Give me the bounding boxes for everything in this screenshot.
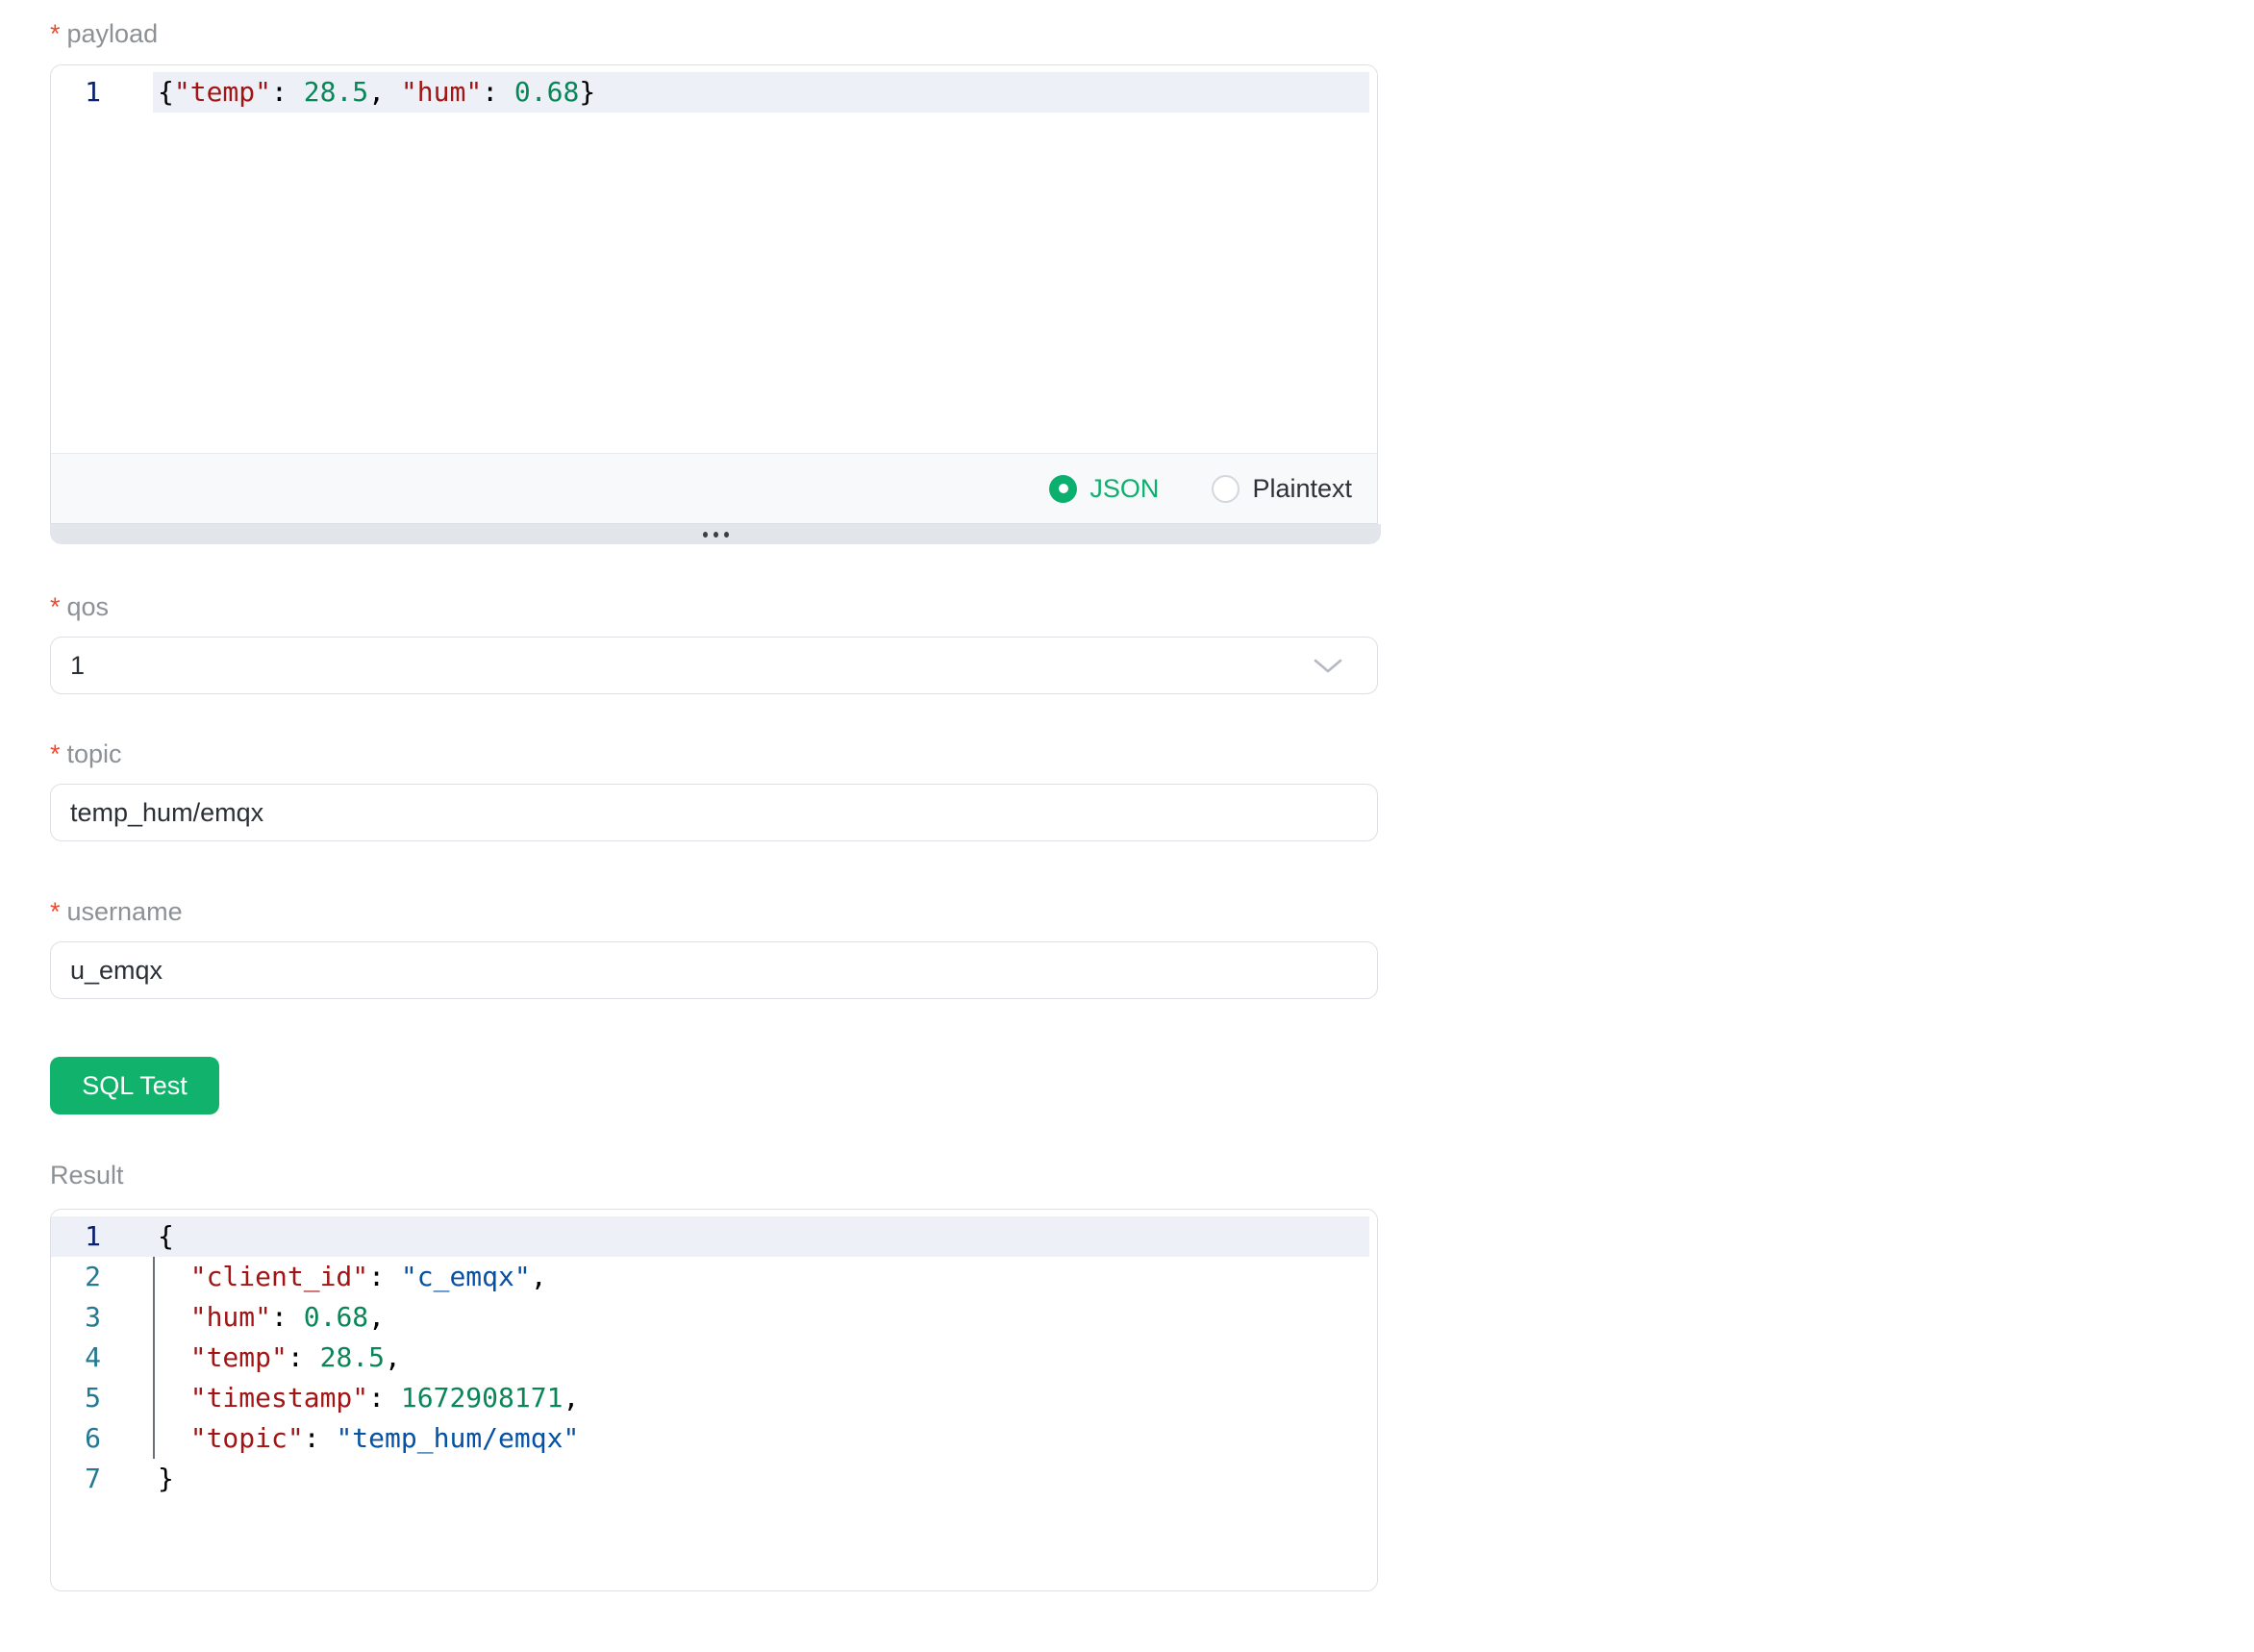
format-radio-json-label: JSON — [1089, 474, 1159, 504]
line-number: 4 — [51, 1338, 153, 1378]
topic-label-text: topic — [67, 738, 122, 770]
line-number: 2 — [51, 1257, 153, 1297]
editor-resize-handle[interactable] — [50, 524, 1381, 544]
code-line-content: } — [153, 1459, 1377, 1499]
line-number: 1 — [51, 72, 153, 113]
payload-label-text: payload — [67, 17, 159, 50]
sql-test-page: * payload 1{"temp": 28.5, "hum": 0.68} J… — [0, 0, 2254, 1652]
username-label: * username — [50, 895, 1378, 928]
format-radio-json[interactable]: JSON — [1049, 474, 1159, 504]
payload-code-editor[interactable]: 1{"temp": 28.5, "hum": 0.68} — [51, 65, 1377, 453]
sql-test-button[interactable]: SQL Test — [50, 1057, 219, 1114]
radio-selected-icon — [1049, 475, 1077, 503]
required-asterisk: * — [50, 895, 61, 928]
result-code-editor[interactable]: 1{2 "client_id": "c_emqx",3 "hum": 0.68,… — [51, 1210, 1377, 1590]
payload-label: * payload — [50, 17, 1378, 50]
line-number: 1 — [51, 1216, 153, 1257]
format-radio-plaintext-label: Plaintext — [1252, 474, 1352, 504]
payload-format-bar: JSON Plaintext — [51, 453, 1377, 523]
resize-dots-icon — [714, 532, 718, 538]
code-line-4: 4 "temp": 28.5, — [51, 1338, 1377, 1378]
result-label: Result — [50, 1159, 1378, 1191]
code-line-content: { — [153, 1216, 1369, 1257]
result-label-text: Result — [50, 1159, 124, 1191]
radio-unselected-icon — [1212, 475, 1240, 503]
chevron-down-icon — [1314, 658, 1342, 674]
code-line-5: 5 "timestamp": 1672908171, — [51, 1378, 1377, 1418]
code-line-6: 6 "topic": "temp_hum/emqx" — [51, 1418, 1377, 1459]
qos-label: * qos — [50, 590, 1378, 623]
topic-input[interactable] — [50, 784, 1378, 841]
qos-select-value: 1 — [70, 651, 85, 681]
code-line-2: 2 "client_id": "c_emqx", — [51, 1257, 1377, 1297]
code-line-content: "timestamp": 1672908171, — [153, 1378, 1377, 1418]
line-number: 7 — [51, 1459, 153, 1499]
qos-label-text: qos — [67, 590, 110, 623]
format-radio-plaintext[interactable]: Plaintext — [1212, 474, 1352, 504]
code-line-1: 1{ — [51, 1216, 1377, 1257]
resize-dots-icon — [703, 532, 708, 538]
line-number: 5 — [51, 1378, 153, 1418]
sql-test-form: * payload 1{"temp": 28.5, "hum": 0.68} J… — [50, 0, 1378, 1591]
code-line-7: 7} — [51, 1459, 1377, 1499]
code-line-content: {"temp": 28.5, "hum": 0.68} — [153, 72, 1377, 113]
qos-select[interactable]: 1 — [50, 637, 1378, 694]
username-input[interactable] — [50, 941, 1378, 999]
indent-guide — [153, 1257, 155, 1459]
radio-dot — [1059, 484, 1068, 493]
code-line-content: "hum": 0.68, — [153, 1297, 1377, 1338]
code-line-1: 1{"temp": 28.5, "hum": 0.68} — [51, 72, 1377, 113]
resize-dots-icon — [724, 532, 729, 538]
result-editor-box: 1{2 "client_id": "c_emqx",3 "hum": 0.68,… — [50, 1209, 1378, 1591]
code-line-content: "temp": 28.5, — [153, 1338, 1377, 1378]
line-number: 3 — [51, 1297, 153, 1338]
code-line-3: 3 "hum": 0.68, — [51, 1297, 1377, 1338]
code-line-content: "topic": "temp_hum/emqx" — [153, 1418, 1377, 1459]
payload-editor-box: 1{"temp": 28.5, "hum": 0.68} JSON Plaint… — [50, 64, 1378, 524]
username-label-text: username — [67, 895, 183, 928]
topic-label: * topic — [50, 738, 1378, 770]
required-asterisk: * — [50, 590, 61, 623]
required-asterisk: * — [50, 17, 61, 50]
code-line-content: "client_id": "c_emqx", — [153, 1257, 1377, 1297]
line-number: 6 — [51, 1418, 153, 1459]
required-asterisk: * — [50, 738, 61, 770]
